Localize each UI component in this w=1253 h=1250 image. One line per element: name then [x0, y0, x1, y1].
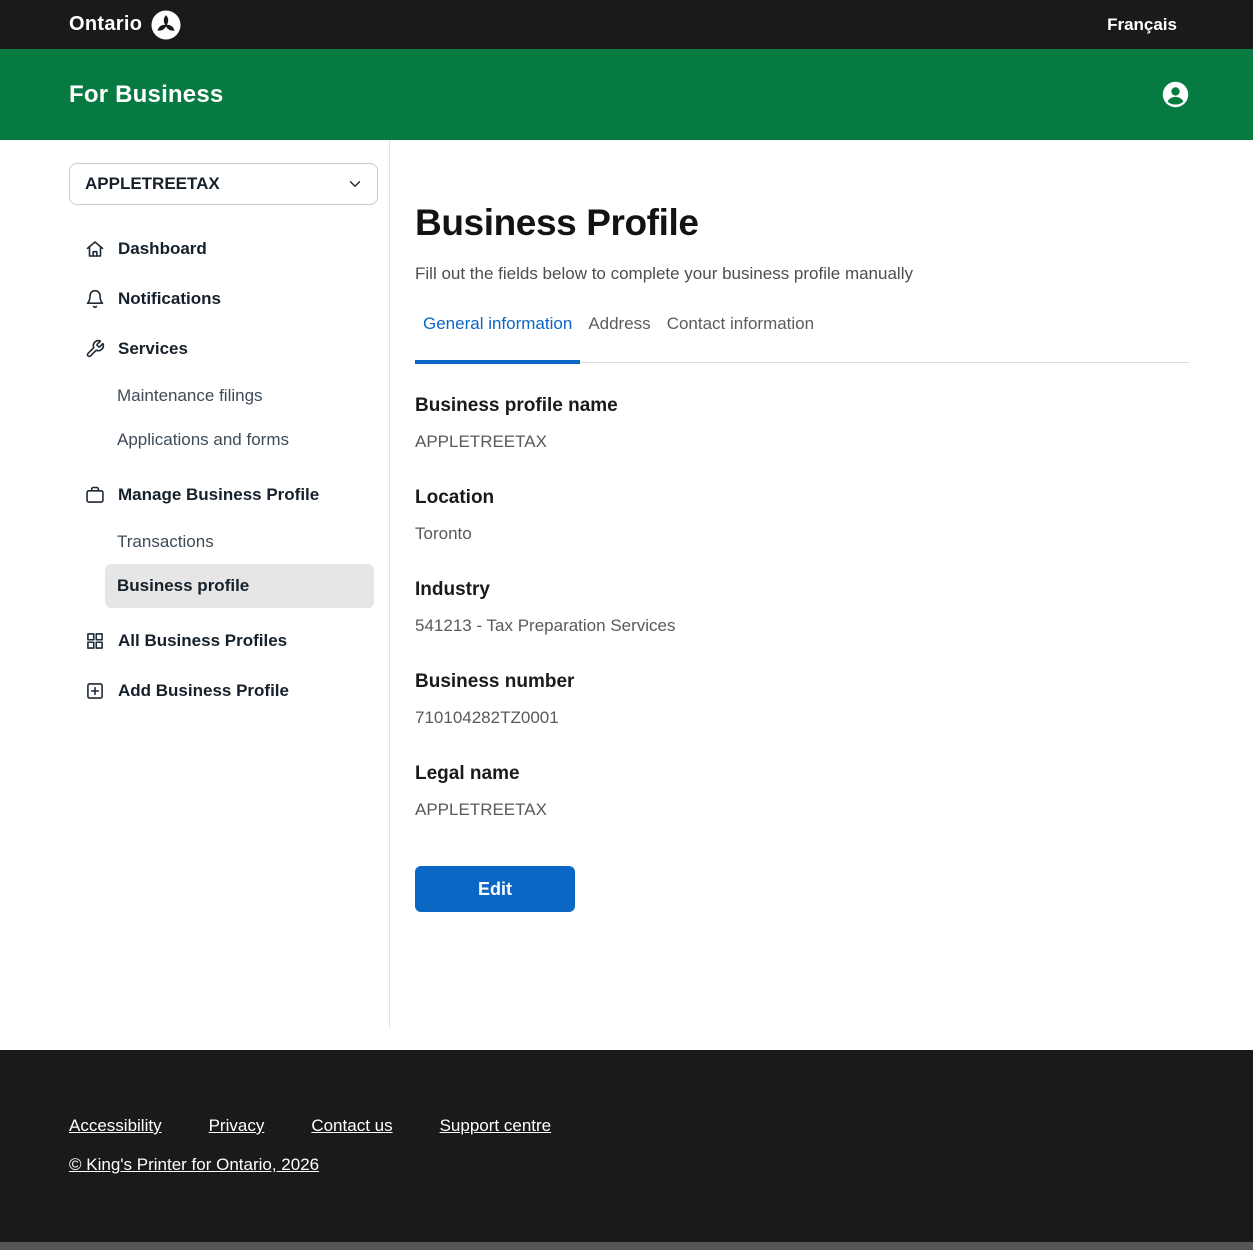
bell-icon [85, 289, 105, 309]
business-selector[interactable]: APPLETREETAX [69, 163, 378, 205]
field-value: 541213 - Tax Preparation Services [415, 616, 1189, 636]
tab-contact-information[interactable]: Contact information [659, 314, 822, 362]
sidebar-item-label: Dashboard [118, 239, 207, 259]
field-industry: Industry 541213 - Tax Preparation Servic… [415, 579, 1189, 636]
field-label: Business profile name [415, 395, 1189, 417]
language-toggle-link[interactable]: Français [1107, 15, 1177, 35]
account-button[interactable] [1162, 81, 1189, 108]
business-selector-label: APPLETREETAX [85, 174, 220, 194]
field-label: Location [415, 487, 1189, 509]
sidebar-item-label: Business profile [117, 576, 249, 595]
footer-link-support-centre[interactable]: Support centre [440, 1116, 552, 1136]
footer-link-accessibility[interactable]: Accessibility [69, 1116, 162, 1136]
tab-general-information[interactable]: General information [415, 314, 580, 362]
copyright-row: © King's Printer for Ontario, 2026 [69, 1155, 1253, 1175]
sidebar-item-label: All Business Profiles [118, 631, 287, 651]
sidebar: APPLETREETAX Dashboard [0, 140, 390, 1028]
sidebar-item-label: Transactions [117, 532, 214, 551]
plus-square-icon [85, 681, 105, 701]
account-icon [1162, 96, 1189, 111]
sidebar-item-label: Notifications [118, 289, 221, 309]
sidebar-item-all-business-profiles[interactable]: All Business Profiles [69, 616, 377, 666]
field-value: Toronto [415, 524, 1189, 544]
field-location: Location Toronto [415, 487, 1189, 544]
field-value: 710104282TZ0001 [415, 708, 1189, 728]
top-bar: Ontario Français [0, 0, 1253, 49]
briefcase-icon [85, 485, 105, 505]
tab-address[interactable]: Address [580, 314, 658, 362]
footer-link-contact-us[interactable]: Contact us [311, 1116, 392, 1136]
sidebar-item-maintenance-filings[interactable]: Maintenance filings [69, 374, 377, 418]
wrench-icon [85, 339, 105, 359]
sidebar-item-notifications[interactable]: Notifications [69, 274, 377, 324]
field-label: Legal name [415, 763, 1189, 785]
main-panel: Business Profile Fill out the fields bel… [390, 140, 1253, 1050]
ontario-logo: Ontario [69, 10, 181, 40]
sidebar-item-dashboard[interactable]: Dashboard [69, 224, 377, 274]
profile-fields: Business profile name APPLETREETAX Locat… [415, 395, 1189, 820]
sidebar-item-label: Manage Business Profile [118, 485, 319, 505]
trillium-icon [151, 10, 181, 40]
edit-button[interactable]: Edit [415, 866, 575, 912]
sidebar-item-business-profile[interactable]: Business profile [105, 564, 374, 608]
field-value: APPLETREETAX [415, 432, 1189, 452]
sidebar-item-manage-business-profile[interactable]: Manage Business Profile [69, 470, 377, 520]
app-bar: For Business [0, 49, 1253, 140]
copyright-link[interactable]: © King's Printer for Ontario, 2026 [69, 1155, 319, 1174]
field-value: APPLETREETAX [415, 800, 1189, 820]
content-row: APPLETREETAX Dashboard [0, 140, 1253, 1050]
tab-bar: General information Address Contact info… [415, 314, 1189, 363]
sidebar-item-services[interactable]: Services [69, 324, 377, 374]
page-title: Business Profile [415, 202, 1189, 244]
grid-icon [85, 631, 105, 651]
chevron-down-icon [346, 175, 364, 193]
footer-link-privacy[interactable]: Privacy [209, 1116, 265, 1136]
field-legal-name: Legal name APPLETREETAX [415, 763, 1189, 820]
app-title: For Business [69, 81, 223, 109]
sidebar-item-label: Applications and forms [117, 430, 289, 449]
sidebar-item-label: Maintenance filings [117, 386, 263, 405]
ontario-wordmark: Ontario [69, 13, 142, 36]
sidebar-nav: Dashboard Notifications Services [69, 224, 377, 716]
horizontal-scrollbar[interactable] [0, 1242, 1253, 1250]
field-label: Industry [415, 579, 1189, 601]
field-label: Business number [415, 671, 1189, 693]
field-business-number: Business number 710104282TZ0001 [415, 671, 1189, 728]
footer: Accessibility Privacy Contact us Support… [0, 1050, 1253, 1242]
sidebar-item-add-business-profile[interactable]: Add Business Profile [69, 666, 377, 716]
sidebar-item-applications-and-forms[interactable]: Applications and forms [69, 418, 377, 462]
field-business-profile-name: Business profile name APPLETREETAX [415, 395, 1189, 452]
sidebar-item-label: Add Business Profile [118, 681, 289, 701]
footer-links: Accessibility Privacy Contact us Support… [69, 1116, 1253, 1136]
page-subtitle: Fill out the fields below to complete yo… [415, 264, 1189, 284]
sidebar-item-label: Services [118, 339, 188, 359]
home-icon [85, 239, 105, 259]
sidebar-item-transactions[interactable]: Transactions [69, 520, 377, 564]
